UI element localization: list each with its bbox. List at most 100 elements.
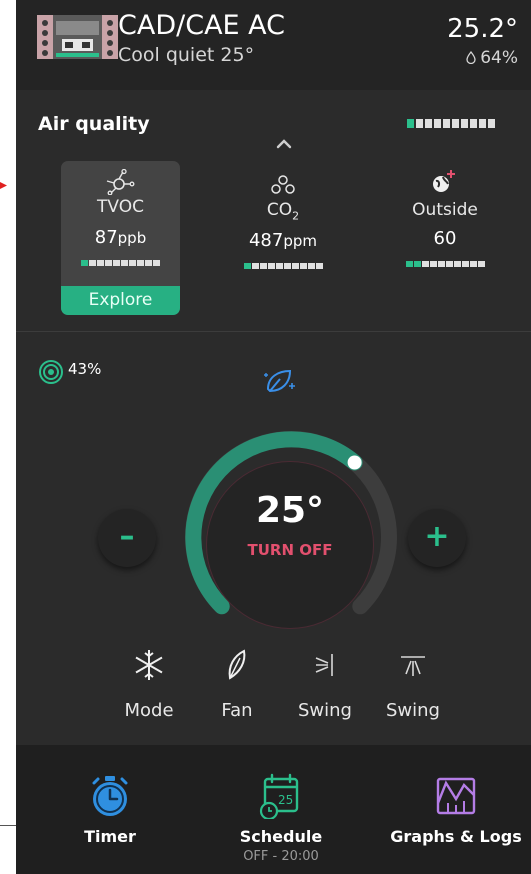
mode-control[interactable]: Mode [109, 648, 189, 721]
level-segment [267, 263, 275, 270]
snowflake-icon [135, 650, 163, 680]
current-humidity: 64% [466, 48, 518, 68]
level-segment [315, 263, 323, 270]
schedule-status: OFF - 20:00 [243, 849, 319, 864]
co2-number: 487 [248, 230, 284, 252]
level-segment [434, 119, 441, 128]
co2-level-bar [224, 263, 342, 270]
level-segment [291, 263, 299, 270]
ac-control-panel: CAD/CAE AC Cool quiet 25° 25.2° 64% Air … [16, 0, 531, 874]
level-segment [283, 263, 291, 270]
level-segment [405, 261, 413, 267]
level-segment [137, 260, 144, 266]
graphs-logs-label: Graphs & Logs [390, 827, 522, 846]
swing-horizontal-icon [315, 654, 333, 676]
level-segment [81, 260, 88, 266]
level-segment [129, 260, 136, 266]
edge-line [0, 825, 16, 826]
level-segment [251, 263, 259, 270]
level-segment [307, 263, 315, 270]
level-segment [299, 263, 307, 270]
dial-knob[interactable] [347, 455, 362, 470]
red-marker-icon [0, 182, 7, 189]
swing-vertical-control[interactable]: Swing [373, 648, 453, 721]
decrease-temperature-button[interactable]: – [98, 509, 156, 567]
co2-unit: ppm [283, 232, 317, 251]
level-segment [461, 119, 468, 128]
fan-label: Fan [221, 700, 253, 721]
level-segment [421, 261, 429, 267]
header: CAD/CAE AC Cool quiet 25° 25.2° 64% [16, 0, 531, 90]
swing-vertical-icon [401, 656, 425, 676]
tvoc-molecule-icon [106, 169, 135, 195]
increase-temperature-button[interactable]: + [408, 509, 466, 567]
humidity-value: 64% [480, 48, 518, 68]
level-segment [488, 119, 495, 128]
swing-vertical-label: Swing [386, 700, 440, 721]
level-segment [416, 119, 423, 128]
co2-label-sub: 2 [292, 209, 300, 223]
tvoc-unit: ppb [117, 229, 147, 247]
schedule-label: Schedule [239, 827, 323, 846]
level-segment [443, 119, 450, 128]
co2-label-main: CO [266, 200, 293, 220]
graphs-logs-button[interactable]: Graphs & Logs [386, 773, 526, 846]
level-segment [153, 260, 160, 266]
section-divider [16, 331, 531, 332]
eco-leaf-icon[interactable] [262, 365, 298, 397]
air-conditioner-icon[interactable] [36, 13, 119, 61]
level-segment [470, 119, 477, 128]
schedule-button[interactable]: 25 Schedule OFF - 20:00 [221, 773, 341, 864]
level-segment [243, 263, 251, 270]
feather-icon [228, 649, 246, 680]
tvoc-sensor: TVOC 87ppb [61, 197, 180, 266]
timer-button[interactable]: Timer [55, 773, 165, 846]
level-segment [97, 260, 104, 266]
stopwatch-icon [92, 776, 128, 816]
co2-label: CO2 [224, 200, 342, 222]
level-segment [145, 260, 152, 266]
tvoc-value: 87ppb [61, 227, 180, 248]
fan-speed-icon [39, 360, 63, 384]
tvoc-level-bar [61, 260, 180, 266]
level-segment [425, 119, 432, 128]
level-segment [407, 119, 414, 128]
tvoc-number: 87 [94, 227, 118, 248]
level-segment [113, 260, 120, 266]
level-segment [275, 263, 283, 270]
chart-icon [436, 777, 476, 815]
air-quality-level-bar [407, 119, 495, 128]
chevron-up-icon[interactable] [274, 136, 294, 152]
air-quality-title: Air quality [38, 113, 150, 135]
turn-off-button[interactable]: TURN OFF [207, 541, 373, 559]
droplet-icon [466, 50, 476, 65]
mode-label: Mode [124, 700, 174, 721]
bottom-nav: Timer 25 Schedule OFF - 20:00 Graphs & L… [16, 745, 531, 874]
fan-control[interactable]: Fan [197, 648, 277, 721]
tvoc-card[interactable]: TVOC 87ppb Explore [61, 161, 180, 315]
device-title: CAD/CAE AC [118, 10, 286, 41]
outside-label: Outside [412, 200, 478, 220]
current-temperature: 25.2° [447, 14, 518, 44]
explore-button[interactable]: Explore [61, 286, 180, 315]
co2-value: 487ppm [224, 230, 342, 251]
level-segment [469, 261, 477, 267]
outside-sensor[interactable]: Outside 60 [396, 200, 494, 267]
swing-horizontal-control[interactable]: Swing [285, 648, 365, 721]
level-segment [453, 261, 461, 267]
level-segment [105, 260, 112, 266]
outside-level-bar [396, 261, 494, 267]
outside-value: 60 [433, 228, 457, 249]
co2-sensor[interactable]: CO2 487ppm [224, 200, 342, 270]
level-segment [413, 261, 421, 267]
fan-percent: 43% [68, 360, 102, 378]
level-segment [429, 261, 437, 267]
level-segment [259, 263, 267, 270]
level-segment [89, 260, 96, 266]
level-segment [437, 261, 445, 267]
timer-label: Timer [84, 827, 136, 846]
co2-molecule-icon [271, 175, 295, 194]
device-mode-summary: Cool quiet 25° [118, 44, 255, 66]
level-segment [479, 119, 486, 128]
globe-plus-icon [433, 170, 455, 192]
